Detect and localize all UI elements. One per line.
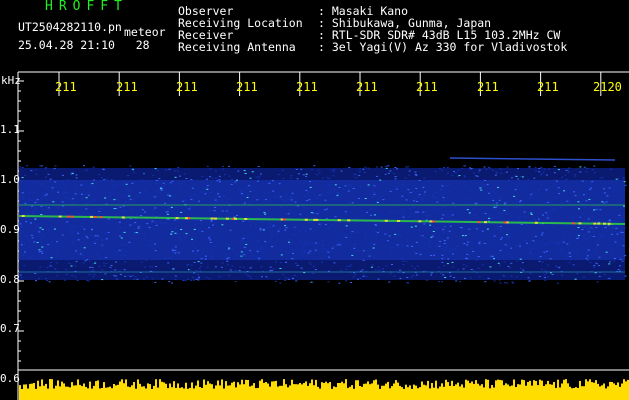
x-tick-label: 211 [537, 80, 559, 94]
frame-count: 28 [135, 38, 150, 52]
x-tick-label: 211 [236, 80, 258, 94]
date-time: 25.04.28 21:10 28 [18, 39, 150, 51]
signal-band [18, 157, 627, 284]
antenna-label: Receiving Antenna [178, 40, 296, 54]
y-tick-label: 0.8 [0, 273, 20, 286]
x-tick-label: 211 [477, 80, 499, 94]
x-tick-label: 211 [116, 80, 138, 94]
header-values: : Masaki Kano : Shibukawa, Gunma, Japan … [318, 5, 567, 53]
y-tick-label: 0.6 [0, 372, 20, 385]
spectrogram-plot [17, 71, 629, 400]
date-time-value: 25.04.28 21:10 [18, 38, 115, 52]
mode-label: meteor [124, 25, 166, 39]
x-tick-marks [58, 72, 602, 96]
header-labels: Observer Receiving Location Receiver Rec… [178, 5, 303, 53]
x-tick-label: 211 [416, 80, 438, 94]
x-tick-label: 211 [356, 80, 378, 94]
x-tick-label: 2120 [593, 80, 622, 94]
file-name: UT2504282110.pn [18, 20, 122, 34]
program-title: HROFFT [45, 0, 128, 14]
y-axis-unit: kHz [1, 74, 21, 87]
y-tick-label: 0.7 [0, 322, 20, 335]
x-tick-label: 211 [296, 80, 318, 94]
x-tick-label: 211 [176, 80, 198, 94]
antenna-value: : 3el Yagi(V) Az 330 for Vladivostok [318, 40, 568, 54]
x-tick-label: 211 [55, 80, 77, 94]
y-tick-label: 1.1 [0, 123, 20, 136]
y-tick-label: 0.9 [0, 223, 20, 236]
y-tick-label: 1.0 [0, 173, 20, 186]
noise-level-bar [19, 379, 629, 400]
